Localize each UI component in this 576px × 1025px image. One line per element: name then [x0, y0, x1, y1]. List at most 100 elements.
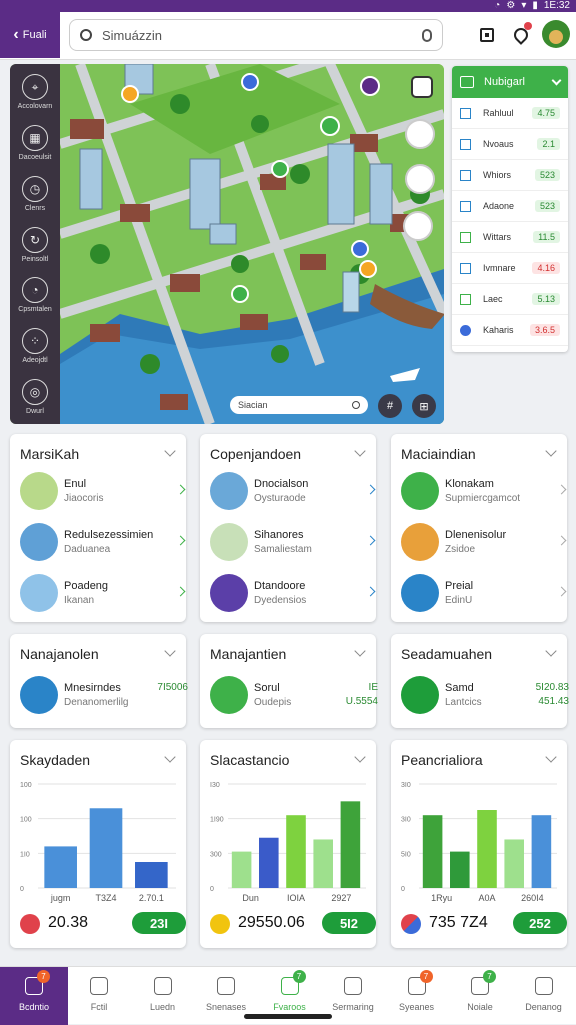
chart-card: Peancrialiora 0 5I0 3I0 3I0 1Ryu A0A 260I4 735 7…	[391, 740, 567, 948]
item-subtitle: Dyedensios	[254, 595, 307, 606]
list-item[interactable]: Poadeng Ikanan	[20, 574, 188, 614]
y-tick-label: 0	[401, 886, 405, 893]
nav-item[interactable]: 7 Noiale	[449, 967, 511, 1025]
nav-label: Bcdntio	[18, 1002, 50, 1012]
nav-item[interactable]: Denanog	[513, 967, 575, 1025]
chevron-down-icon[interactable]	[545, 445, 557, 457]
y-tick-label: 3I0	[401, 817, 411, 824]
map-filter-button[interactable]: #	[378, 394, 402, 418]
metrics-panel-header[interactable]: Nubigarl	[452, 66, 568, 98]
map-layer-checkbox[interactable]	[411, 76, 433, 98]
chevron-right-icon	[365, 484, 376, 495]
metric-row[interactable]: Adaone 523	[452, 191, 568, 222]
microphone-icon[interactable]	[422, 28, 432, 42]
metric-icon	[460, 169, 471, 181]
map-search-field[interactable]: Siacian	[230, 396, 368, 414]
search-input[interactable]: Simuázzin	[69, 19, 443, 51]
chart-card: Skaydaden 0 1I0 100 100 jugm T3Z4 2.70.1 20.38 23…	[10, 740, 186, 948]
summary-card: Nanajanolen Mnesirndes Denanomerlilg 7I5006	[10, 634, 188, 728]
metric-row[interactable]: Ivmnare 4.16	[452, 253, 568, 284]
city-map[interactable]: Siacian # ⊞	[58, 64, 444, 424]
metric-row[interactable]: Whiors 523	[452, 160, 568, 191]
list-item[interactable]: Sihanores Samaliestam	[210, 523, 378, 563]
chart-stat: 20.38 23I	[20, 910, 186, 938]
chevron-down-icon[interactable]	[354, 645, 366, 657]
chevron-right-icon	[556, 484, 567, 495]
item-subtitle: Oudepis	[254, 697, 292, 708]
rail-item[interactable]: ◷ Clenrs	[11, 175, 59, 221]
users-icon: 7	[280, 970, 306, 995]
bar	[422, 815, 443, 888]
nav-item[interactable]: Fctil	[68, 967, 130, 1025]
chart-icon: ◔	[22, 277, 48, 304]
back-label: Fuali	[22, 29, 47, 41]
x-tick-label: 260I4	[521, 893, 544, 903]
summary-item[interactable]: Mnesirndes Denanomerlilg 7I5006	[20, 676, 188, 716]
avatar[interactable]	[542, 20, 570, 48]
stat-pill-button[interactable]: 23I	[132, 912, 186, 934]
x-tick-label: Dun	[242, 893, 259, 903]
rail-item[interactable]: ↻ Peinsoltl	[11, 226, 59, 272]
rail-item[interactable]: ◔ Cpsmtalen	[11, 277, 59, 322]
bar	[450, 851, 470, 888]
list-item[interactable]: Preial EdinU	[401, 574, 569, 614]
x-tick-label: jugm	[50, 893, 71, 903]
card-title: Peancrialiora	[401, 752, 483, 768]
chevron-down-icon[interactable]	[545, 645, 557, 657]
rail-item-label: Peinsoltl	[21, 255, 49, 263]
metric-row[interactable]: Kaharis 3.6.5	[452, 315, 568, 346]
metric-value: 4.16	[532, 262, 560, 274]
metric-row[interactable]: Nvoaus 2.1	[452, 129, 568, 160]
item-title: Dlenenisolur	[445, 529, 507, 541]
summary-value: 5I20.83	[535, 682, 569, 693]
metric-row[interactable]: Wittars 11.5	[452, 222, 568, 253]
rail-item-label: Accolovarn	[17, 103, 53, 110]
rail-item[interactable]: ⁘ Adeojdtl	[11, 328, 59, 373]
nav-item[interactable]: 7 Bcdntio	[0, 967, 68, 1025]
chevron-right-icon	[556, 535, 567, 546]
notification-badge: 7	[419, 970, 433, 983]
list-item[interactable]: Redulsezessimien Daduanea	[20, 523, 188, 563]
list-item[interactable]: Dlenenisolur Zsidoe	[401, 523, 569, 563]
item-title: Dnocialson	[254, 478, 309, 490]
back-button[interactable]: ‹ Fuali	[0, 12, 60, 58]
metric-icon	[460, 231, 471, 243]
card-title: Skaydaden	[20, 752, 91, 768]
list-item[interactable]: Dnocialson Oysturaode	[210, 472, 378, 512]
bar	[231, 851, 252, 888]
rail-item[interactable]: ▦ Dacoeulsit	[11, 124, 59, 170]
item-title: Enul	[64, 478, 87, 490]
chevron-down-icon[interactable]	[354, 751, 366, 763]
stat-pill-button[interactable]: 5I2	[322, 912, 376, 934]
chevron-down-icon[interactable]	[164, 445, 176, 457]
chevron-down-icon[interactable]	[164, 751, 176, 763]
notification-icon[interactable]	[510, 22, 532, 46]
list-item[interactable]: Dtandoore Dyedensios	[210, 574, 378, 614]
metric-row[interactable]: Rahluul 4.75	[452, 98, 568, 129]
summary-item[interactable]: Samd Lantcics 5I20.83 451.43	[401, 676, 569, 716]
item-subtitle: Daduanea	[64, 544, 111, 555]
y-tick-label: 0	[210, 886, 214, 893]
wifi-icon: ▾	[521, 0, 527, 11]
chevron-down-icon[interactable]	[545, 751, 557, 763]
list-item[interactable]: Enul Jiaocoris	[20, 472, 188, 512]
chevron-down-icon[interactable]	[164, 645, 176, 657]
metric-icon	[460, 293, 471, 305]
item-title: Mnesirndes	[64, 682, 121, 694]
metric-value: 523	[534, 169, 560, 181]
stat-pill-button[interactable]: 252	[513, 912, 567, 934]
metric-row[interactable]: Laec 5.13	[452, 284, 568, 315]
map-grid-button[interactable]: ⊞	[412, 394, 436, 418]
scan-icon[interactable]	[476, 24, 498, 46]
card-title: Slacastancio	[210, 752, 290, 768]
nav-item[interactable]: 7 Syeanes	[386, 967, 448, 1025]
rail-item[interactable]: ⌖ Accolovarn	[11, 74, 59, 119]
item-title: Redulsezessimien	[64, 529, 154, 541]
list-item[interactable]: Klonakam Supmiercgamcot	[401, 472, 569, 512]
nav-label: Luedn	[149, 1002, 176, 1012]
chart-card: Slacastancio 0 300 1I90 I30 Dun IOIA 2927 29550.…	[200, 740, 376, 948]
chevron-down-icon[interactable]	[354, 445, 366, 457]
summary-item[interactable]: Sorul Oudepis IE U.5554	[210, 676, 378, 716]
nav-item[interactable]: Luedn	[132, 967, 194, 1025]
rail-item[interactable]: ◎ Dwurl	[11, 379, 59, 424]
